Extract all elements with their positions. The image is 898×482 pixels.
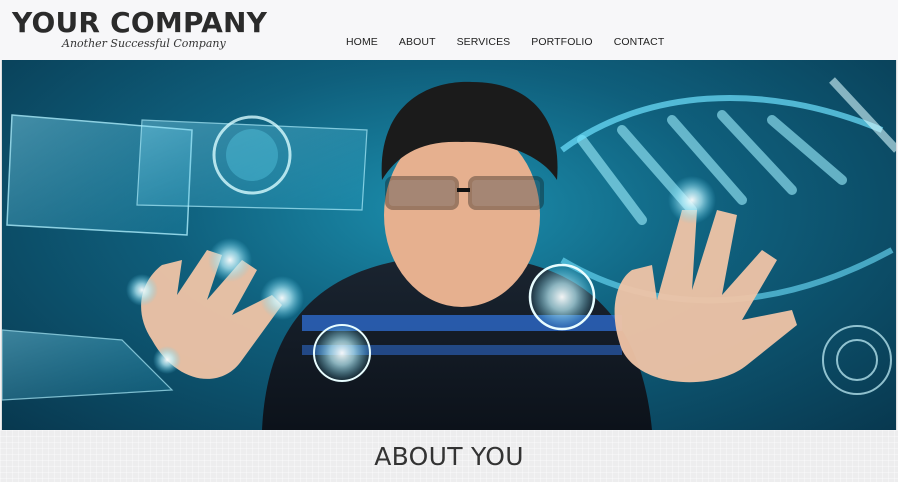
nav-services[interactable]: SERVICES [457,36,511,48]
nav-about[interactable]: ABOUT [399,36,436,48]
logo[interactable]: YOUR COMPANY Another Successful Company [12,6,282,54]
nav-home[interactable]: HOME [346,36,378,48]
about-section: ABOUT YOU [0,430,898,482]
site-header: YOUR COMPANY Another Successful Company … [0,0,898,60]
hero-banner [1,60,897,430]
logo-tagline: Another Successful Company [62,37,226,50]
main-nav: HOME ABOUT SERVICES PORTFOLIO CONTACT [346,36,685,48]
nav-portfolio[interactable]: PORTFOLIO [531,36,592,48]
hero-image [2,77,896,430]
about-title: ABOUT YOU [374,442,524,471]
nav-contact[interactable]: CONTACT [614,36,665,48]
logo-title: YOUR COMPANY [12,6,268,39]
